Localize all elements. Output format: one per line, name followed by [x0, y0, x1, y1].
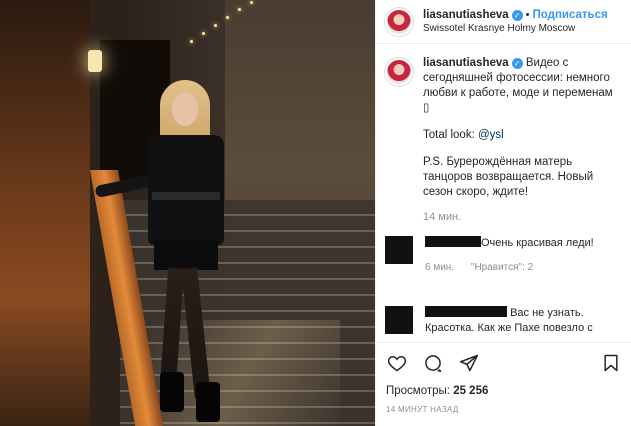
comment-avatar-redacted[interactable]	[385, 306, 413, 334]
comment-likes[interactable]: "Нравится": 2	[471, 262, 533, 273]
comment-item: Вас не узнать. Красотка. Как же Пахе пов…	[385, 306, 625, 336]
comment-text: Очень красивая леди!	[481, 237, 594, 249]
comment-icon[interactable]	[422, 352, 444, 374]
placeholder-glyph: ▯	[423, 102, 430, 114]
caption-text-line-2: Total look:	[423, 129, 478, 141]
caption-time[interactable]: 14 мин.	[423, 210, 623, 225]
author-username[interactable]: liasanutiasheva	[423, 9, 509, 21]
caption-username[interactable]: liasanutiasheva	[423, 57, 509, 69]
caption-text-line-3: P.S. Бурерождённая матерь танцоров возвр…	[423, 156, 594, 198]
views-count[interactable]: Просмотры: 25 256	[386, 385, 622, 397]
post-photo[interactable]	[0, 0, 375, 426]
separator-dot: •	[525, 9, 530, 21]
bookmark-icon[interactable]	[600, 352, 622, 374]
author-avatar[interactable]	[385, 7, 413, 36]
heart-icon[interactable]	[386, 352, 408, 374]
redacted-username	[425, 306, 507, 317]
caption-mention-link[interactable]: @ysl	[478, 129, 504, 141]
photo-model	[94, 80, 240, 422]
post-side-panel: liasanutiasheva ✓ • Подписаться Swissotel K…	[375, 0, 631, 426]
post-location[interactable]: Swissotel Krasnye Holmy Moscow	[423, 22, 608, 36]
post-timestamp[interactable]: 14 МИНУТ НАЗАД	[386, 405, 622, 414]
photo-lamp	[88, 50, 102, 72]
caption-author-avatar[interactable]	[385, 58, 413, 86]
views-label: Просмотры:	[386, 385, 450, 397]
share-icon[interactable]	[458, 352, 480, 374]
post-actions: Просмотры: 25 256 14 МИНУТ НАЗАД	[376, 342, 631, 426]
verified-icon: ✓	[511, 58, 523, 69]
post-caption: liasanutiasheva ✓ Видео с сегодняшней фот…	[385, 56, 625, 225]
comment-time[interactable]: 6 мин.	[425, 262, 454, 273]
redacted-username	[425, 236, 481, 247]
photo-ceiling-lights	[180, 0, 260, 50]
views-number: 25 256	[453, 385, 489, 397]
comment-item: Очень красивая леди! 6 мин. "Нравится": …	[385, 236, 625, 275]
verified-icon: ✓	[511, 10, 523, 21]
post-header: liasanutiasheva ✓ • Подписаться Swissotel K…	[376, 0, 631, 44]
photo-wall-left	[0, 0, 90, 426]
comment-avatar-redacted[interactable]	[385, 236, 413, 264]
follow-button[interactable]: Подписаться	[533, 9, 608, 21]
